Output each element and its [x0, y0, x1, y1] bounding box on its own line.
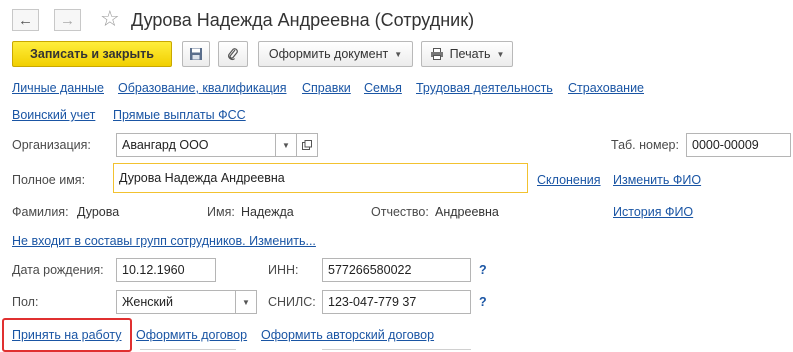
section-link-certificates[interactable]: Справки: [302, 80, 351, 96]
page-title: Дурова Надежда Андреевна (Сотрудник): [131, 10, 475, 30]
arrow-right-icon: →: [60, 11, 75, 29]
organization-input[interactable]: Авангард ООО: [116, 133, 276, 157]
section-link-family[interactable]: Семья: [364, 80, 402, 96]
inn-input[interactable]: 577266580022: [322, 258, 471, 282]
hire-link[interactable]: Принять на работу: [12, 327, 122, 343]
declensions-link[interactable]: Склонения: [537, 172, 601, 188]
birth-date-label: Дата рождения:: [12, 263, 104, 277]
arrow-left-icon: ←: [18, 11, 33, 29]
employee-groups-link[interactable]: Не входит в составы групп сотрудников. И…: [12, 233, 316, 249]
paperclip-icon: [228, 48, 238, 61]
make-contract-link[interactable]: Оформить договор: [136, 327, 247, 343]
section-link-personal-data[interactable]: Личные данные: [12, 80, 104, 96]
print-button[interactable]: Печать ▼: [421, 41, 513, 67]
save-button[interactable]: [182, 41, 210, 67]
organization-open-button[interactable]: [296, 133, 318, 157]
chevron-down-icon: ▼: [282, 140, 290, 150]
section-link-insurance[interactable]: Страхование: [568, 80, 644, 96]
section-link-military[interactable]: Воинский учет: [12, 107, 95, 123]
save-and-close-label: Записать и закрыть: [30, 47, 154, 61]
surname-value: Дурова: [77, 205, 120, 219]
chevron-down-icon: ▼: [242, 297, 250, 307]
snils-label: СНИЛС:: [268, 295, 316, 309]
tab-number-label: Таб. номер:: [611, 138, 679, 152]
chevron-down-icon: ▼: [394, 49, 403, 59]
gender-label: Пол:: [12, 295, 39, 309]
change-name-link[interactable]: Изменить ФИО: [613, 172, 701, 188]
printer-icon: [430, 48, 443, 60]
gender-select[interactable]: Женский: [116, 290, 236, 314]
partial-field-edge: [322, 349, 471, 350]
make-author-contract-link[interactable]: Оформить авторский договор: [261, 327, 434, 343]
section-link-fss-payments[interactable]: Прямые выплаты ФСС: [113, 107, 246, 123]
snils-input[interactable]: 123-047-779 37: [322, 290, 471, 314]
make-document-button[interactable]: Оформить документ ▼: [258, 41, 413, 67]
birth-date-input[interactable]: 10.12.1960: [116, 258, 216, 282]
star-icon[interactable]: ☆: [100, 6, 120, 32]
chevron-down-icon: ▼: [496, 49, 505, 59]
print-label: Печать: [449, 47, 491, 61]
floppy-disk-icon: [190, 48, 202, 60]
make-document-label: Оформить документ: [268, 47, 389, 61]
open-in-new-icon: [302, 140, 312, 150]
surname-label: Фамилия:: [12, 205, 69, 219]
snils-help-icon[interactable]: ?: [479, 294, 487, 310]
first-name-value: Надежда: [241, 205, 294, 219]
inn-label: ИНН:: [268, 263, 299, 277]
partial-field-edge: [140, 349, 236, 350]
full-name-input[interactable]: Дурова Надежда Андреевна: [113, 163, 528, 193]
first-name-label: Имя:: [207, 205, 235, 219]
patronymic-value: Андреевна: [435, 205, 499, 219]
tab-number-input[interactable]: 0000-00009: [686, 133, 791, 157]
organization-dropdown-button[interactable]: ▼: [275, 133, 297, 157]
forward-button[interactable]: →: [54, 9, 81, 31]
inn-help-icon[interactable]: ?: [479, 262, 487, 278]
patronymic-label: Отчество:: [371, 205, 429, 219]
save-and-close-button[interactable]: Записать и закрыть: [12, 41, 172, 67]
gender-dropdown-button[interactable]: ▼: [235, 290, 257, 314]
section-link-education[interactable]: Образование, квалификация: [118, 80, 287, 96]
name-history-link[interactable]: История ФИО: [613, 204, 693, 220]
attach-file-button[interactable]: [218, 41, 248, 67]
organization-label: Организация:: [12, 138, 91, 152]
back-button[interactable]: ←: [12, 9, 39, 31]
full-name-label: Полное имя:: [12, 173, 86, 187]
section-link-work-history[interactable]: Трудовая деятельность: [416, 80, 553, 96]
